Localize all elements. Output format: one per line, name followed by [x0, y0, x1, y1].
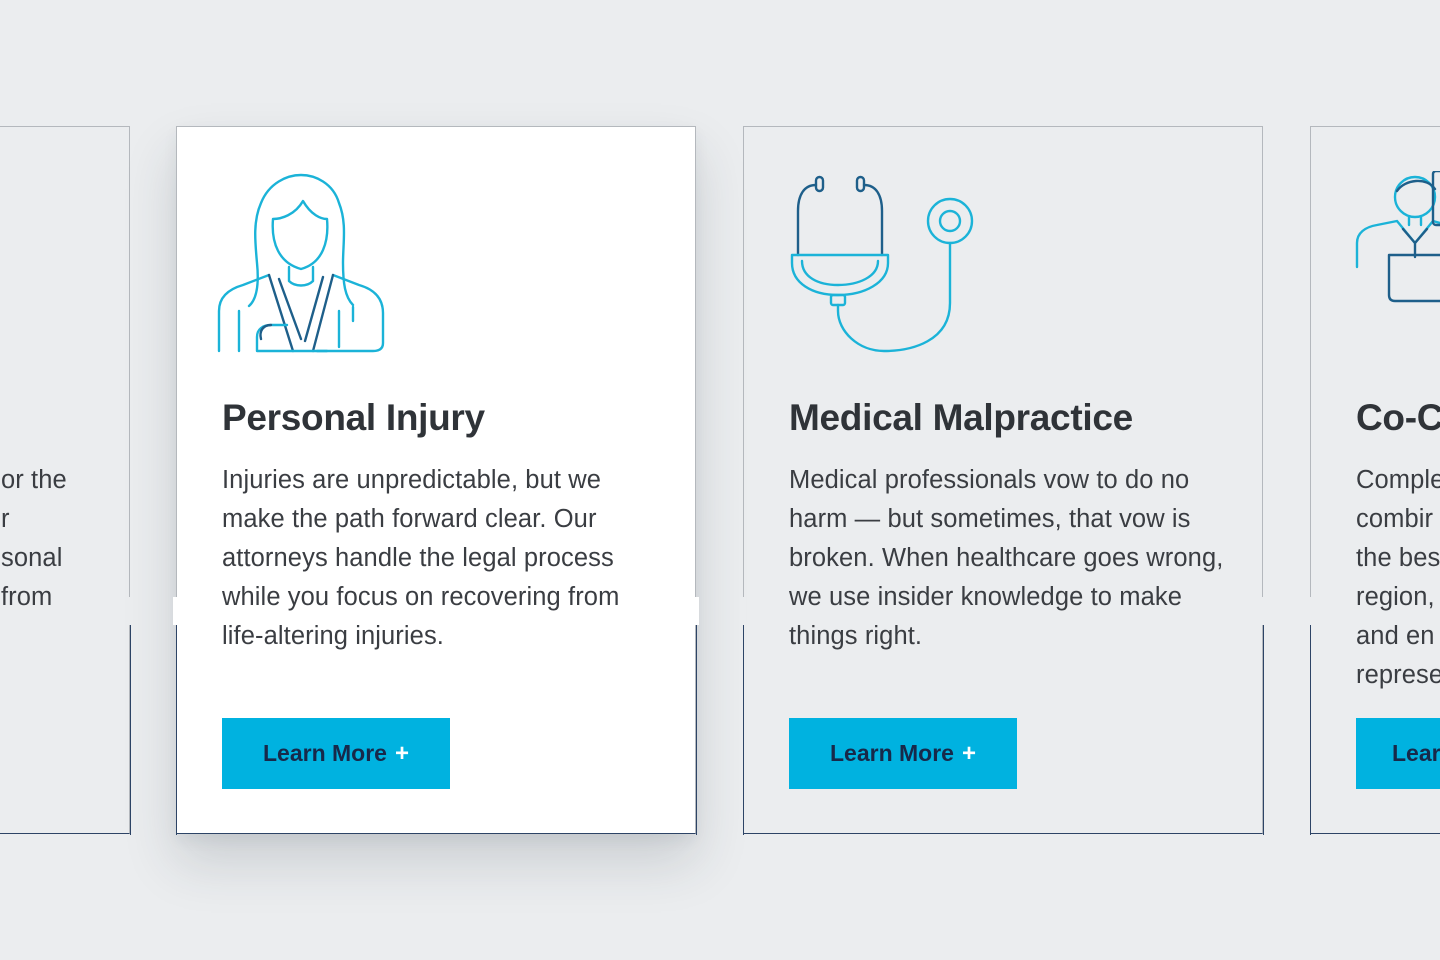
card-description-line: represe: [1356, 661, 1440, 689]
learn-more-button[interactable]: Learn More +: [222, 718, 450, 789]
card-description-line: Comple: [1356, 466, 1440, 494]
card-description-line: from: [1, 583, 53, 611]
card-title: Medical Malpractice: [789, 397, 1133, 438]
practice-card-medical-malpractice[interactable]: Medical Malpractice Medical professional…: [740, 126, 1266, 835]
learn-more-label: Learn More: [263, 740, 387, 766]
card-title: Co-C: [1356, 397, 1440, 438]
card-description: Comple combir the bes region, and en rep…: [1356, 461, 1440, 695]
card-description-line: or the: [1, 466, 67, 494]
plus-icon: +: [394, 739, 409, 767]
practice-card-personal-injury[interactable]: Personal Injury Injuries are unpredictab…: [173, 126, 699, 835]
card-description: or the r sonal from: [1, 461, 201, 617]
card-description-line: and en: [1356, 622, 1435, 650]
practice-areas-carousel: or the r sonal from Personal Injury Inju…: [0, 0, 1440, 960]
practice-card-co-counsel[interactable]: Co-C Comple combir the bes region, and e…: [1307, 126, 1440, 835]
learn-more-button[interactable]: Lear: [1356, 718, 1440, 789]
card-description-line: region,: [1356, 583, 1435, 611]
card-description: Medical professionals vow to do no harm …: [789, 466, 1224, 650]
injured-person-icon: [217, 173, 385, 353]
learn-more-label: Learn More: [830, 740, 954, 766]
learn-more-button[interactable]: Learn More +: [789, 718, 1017, 789]
stethoscope-icon: [790, 175, 974, 353]
card-description-line: the bes: [1356, 544, 1440, 572]
co-counsel-people-icon: [1355, 171, 1440, 303]
plus-icon: +: [961, 739, 976, 767]
card-description-line: sonal: [1, 544, 63, 572]
practice-card-partial-left[interactable]: or the r sonal from: [0, 126, 133, 835]
card-title: Personal Injury: [222, 397, 485, 438]
card-description-line: combir: [1356, 505, 1434, 533]
card-description: Injuries are unpredictable, but we make …: [222, 466, 620, 650]
learn-more-label: Lear: [1392, 740, 1440, 766]
card-description-line: r: [1, 505, 10, 533]
